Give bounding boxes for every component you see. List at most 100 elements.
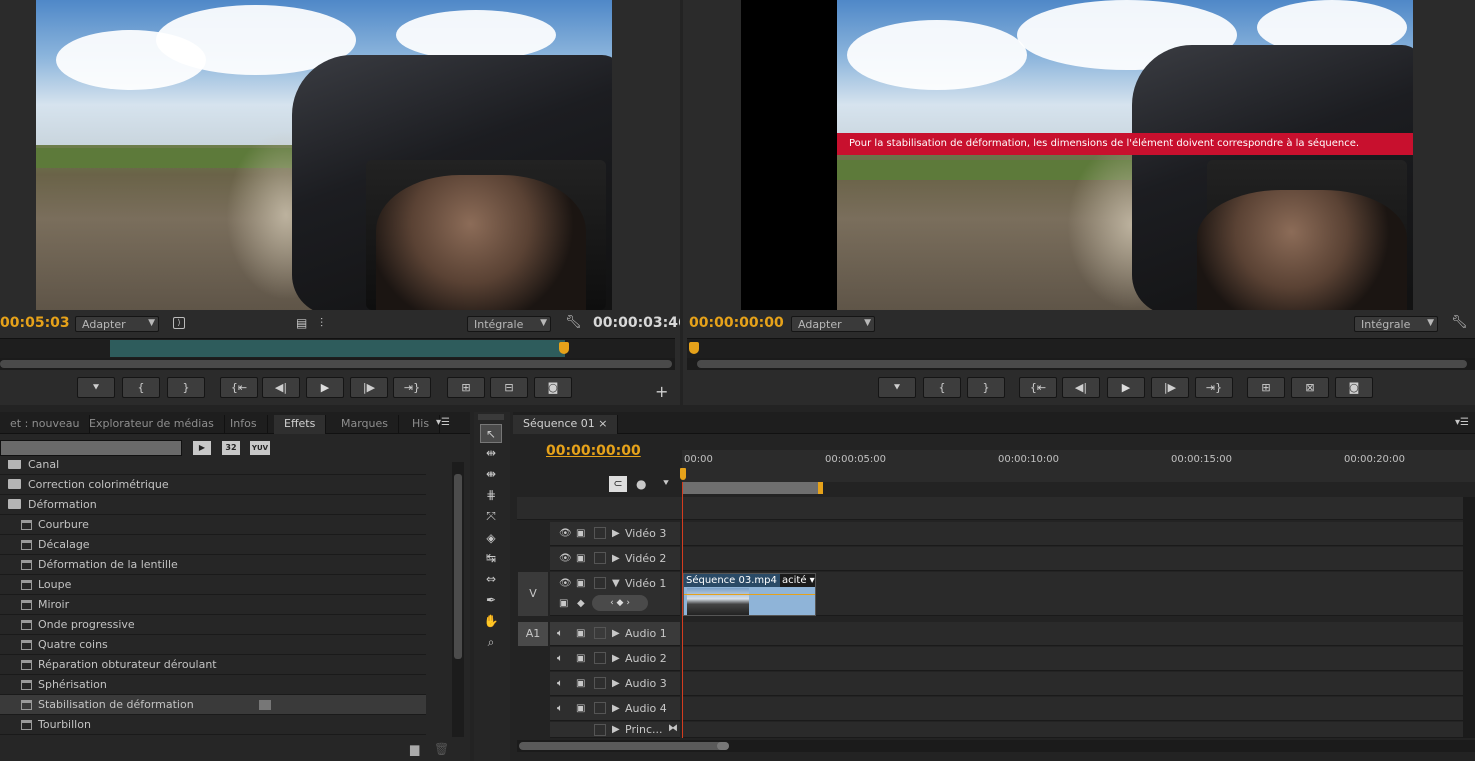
track-header-audio2[interactable]: 🔈︎ ▣ ▶ Audio 2 [550,647,680,671]
film-icon[interactable]: ▣ [576,578,585,589]
settings-toggle-icon[interactable]: ⟩ [173,317,185,329]
track-row-audio1[interactable] [682,622,1475,646]
chevron-right-icon[interactable]: ▶ [612,528,620,539]
effect-item[interactable]: Décalage [0,535,426,555]
chevron-right-icon[interactable]: ▶ [612,703,620,714]
panel-menu-icon[interactable]: ▾☰ [1455,417,1469,428]
speaker-icon[interactable]: 🔈︎ [557,703,563,714]
clip-fx-badge[interactable]: acité ▾ [780,574,815,587]
chevron-right-icon[interactable]: ▶ [612,628,620,639]
program-video-frame[interactable]: Pour la stabilisation de déformation, le… [741,0,1413,310]
overwrite-button[interactable]: ⊟ [490,377,528,398]
chevron-right-icon[interactable]: ▶ [612,724,620,735]
linked-selection-icon[interactable]: ● [636,477,646,491]
track-header-audio3[interactable]: 🔈︎ ▣ ▶ Audio 3 [550,672,680,696]
track-header-audio1[interactable]: 🔈︎ ▣ ▶ Audio 1 [550,622,680,646]
timeline-horizontal-scrollbar[interactable] [517,740,1475,752]
speaker-icon[interactable]: 🔈︎ [557,628,563,639]
program-scrub-bar[interactable] [687,338,1475,358]
track-row-video2[interactable] [682,547,1475,571]
effects-folder-canal[interactable]: Canal [0,460,426,475]
step-back-button[interactable]: ◀| [262,377,300,398]
wrench-icon[interactable]: 🔧︎ [1451,315,1468,330]
mute-icon[interactable]: ▣ [576,678,585,689]
tab-info[interactable]: Infos [220,415,268,434]
panel-menu-icon[interactable]: ▾☰ [436,417,450,428]
new-folder-icon[interactable]: ▆ [410,742,419,756]
effects-folder-color[interactable]: Correction colorimétrique [0,475,426,495]
export-frame-button[interactable]: ◙ [1335,377,1373,398]
track-row-audio2[interactable] [682,647,1475,671]
effects-search-input[interactable] [0,440,182,456]
tab-markers[interactable]: Marques [331,415,400,434]
work-area-bar[interactable] [682,482,821,494]
mark-in-button[interactable]: { [923,377,961,398]
add-marker-button[interactable]: ⯆ [878,377,916,398]
track-select-tool-icon[interactable]: ⇹ [480,444,502,463]
chevron-right-icon[interactable]: ▶ [612,653,620,664]
tab-project[interactable]: et : nouveau [0,415,91,434]
step-forward-button[interactable]: |▶ [350,377,388,398]
timeline-ruler[interactable]: 00:00 00:00:05:00 00:00:10:00 00:00:15:0… [682,450,1475,494]
audio-waveform-icon[interactable]: ⫶ [320,316,323,331]
chevron-right-icon[interactable]: ▶ [612,678,620,689]
go-to-in-button[interactable]: {⇤ [220,377,258,398]
track-header-video1[interactable]: 👁︎ ▣ ▼ Vidéo 1 ▣ ◆ ‹ ◆ › [550,572,680,616]
slip-tool-icon[interactable]: ↹ [480,549,502,568]
export-frame-button[interactable]: ◙ [534,377,572,398]
effect-item[interactable]: Déformation de la lentille [0,555,426,575]
mute-icon[interactable]: ▣ [576,653,585,664]
mark-out-button[interactable]: } [167,377,205,398]
effect-item[interactable]: Réparation obturateur déroulant [0,655,426,675]
track-row-master[interactable] [682,722,1475,738]
timeline-timecode[interactable]: 00:00:00:00 [546,443,641,459]
plus-icon[interactable]: + [655,382,668,401]
pen-tool-icon[interactable]: ✒ [480,591,502,610]
32bit-effects-badge[interactable]: 32 [222,441,240,455]
mark-out-button[interactable]: } [967,377,1005,398]
track-row-video3[interactable] [682,522,1475,546]
mute-icon[interactable]: ▣ [576,628,585,639]
step-back-button[interactable]: ◀| [1062,377,1100,398]
effect-item[interactable]: Miroir [0,595,426,615]
selection-tool-icon[interactable]: ↖ [480,424,502,443]
timeline-playhead-handle[interactable] [680,468,686,480]
ripple-edit-tool-icon[interactable]: ⇼ [480,465,502,484]
keyframe-navigator[interactable]: ‹ ◆ › [592,595,648,611]
keyframe-diamond-icon[interactable]: ◆ [577,598,585,609]
mark-in-button[interactable]: { [122,377,160,398]
track-row-audio4[interactable] [682,697,1475,721]
timeline-clip[interactable]: Séquence 03.mp4 acité ▾ [683,573,816,616]
mute-icon[interactable]: ▣ [576,703,585,714]
timeline-vertical-scrollbar[interactable] [1463,497,1475,737]
source-timecode-in[interactable]: 00:05:03 [0,315,70,331]
source-scrub-bar[interactable] [0,338,675,358]
snap-toggle-icon[interactable]: ⊂ [609,476,627,492]
program-fit-dropdown[interactable]: Adapter ▼ [791,316,875,332]
source-patch-audio[interactable]: A1 [518,622,548,646]
trash-icon[interactable]: 🗑︎ [434,742,449,756]
add-marker-icon[interactable]: ⯆ [662,478,670,489]
program-playhead[interactable] [689,342,699,354]
track-header-video2[interactable]: 👁︎ ▣ ▶ Vidéo 2 [550,547,680,571]
program-timecode[interactable]: 00:00:00:00 [689,315,784,331]
go-to-out-button[interactable]: ⇥} [1195,377,1233,398]
chevron-down-icon[interactable]: ▼ [612,578,620,589]
rolling-edit-tool-icon[interactable]: ⋕ [480,486,502,505]
chevron-right-icon[interactable]: ▶ [612,553,620,564]
keyframe-toggle-icon[interactable]: ▣ [559,598,568,609]
tab-effects[interactable]: Effets [274,415,327,434]
program-zoom-scrollbar[interactable] [687,358,1475,370]
play-button[interactable]: ▶ [1107,377,1145,398]
play-button[interactable]: ▶ [306,377,344,398]
source-patch-video[interactable]: V [518,572,548,616]
effect-item[interactable]: Loupe [0,575,426,595]
insert-button[interactable]: ⊞ [447,377,485,398]
speaker-icon[interactable]: 🔈︎ [557,653,563,664]
track-header-video3[interactable]: 👁︎ ▣ ▶ Vidéo 3 [550,522,680,546]
eye-icon[interactable]: 👁︎ [559,528,572,539]
razor-tool-icon[interactable]: ◈ [480,529,502,548]
track-header-master[interactable]: ▶ Princ... ⧓ [550,722,680,738]
go-to-out-button[interactable]: ⇥} [393,377,431,398]
source-quality-dropdown[interactable]: Intégrale ▼ [467,316,551,332]
